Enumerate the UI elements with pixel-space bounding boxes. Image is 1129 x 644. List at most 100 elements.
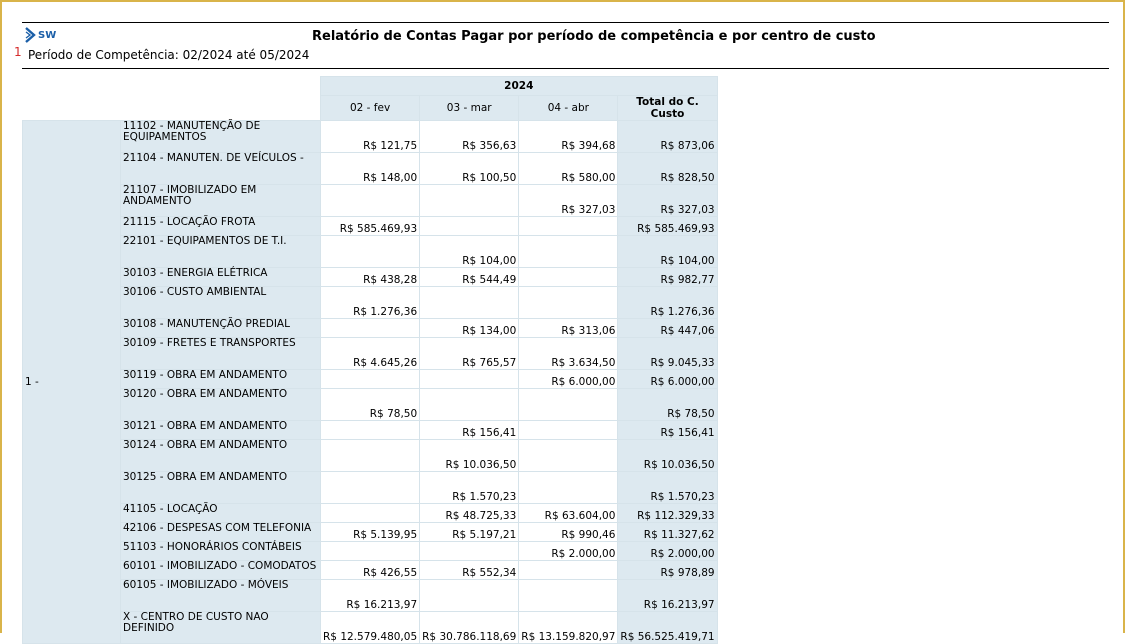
value-total: R$ 112.329,33 bbox=[617, 503, 718, 523]
value-mar bbox=[419, 388, 520, 421]
value-feb: R$ 426,55 bbox=[319, 560, 421, 580]
value-mar: R$ 104,00 bbox=[419, 235, 520, 268]
report-title: Relatório de Contas Pagar por período de… bbox=[312, 29, 876, 44]
cost-center-name: 30106 - CUSTO AMBIENTAL bbox=[120, 286, 321, 319]
table-row: 30125 - OBRA EM ANDAMENTO R$ 1.570,23 R$ 1… bbox=[23, 471, 718, 504]
value-mar: R$ 5.197,21 bbox=[419, 522, 520, 542]
value-apr: R$ 327,03 bbox=[518, 184, 619, 217]
value-feb: R$ 12.579.480,05 bbox=[319, 611, 421, 644]
value-apr bbox=[518, 439, 619, 472]
value-apr: R$ 6.000,00 bbox=[518, 369, 619, 389]
cost-center-name: 60105 - IMOBILIZADO - MÓVEIS bbox=[120, 579, 321, 612]
table-row: 21115 - LOCAÇÃO FROTA R$ 585.469,93 R$ 585… bbox=[23, 216, 718, 236]
value-mar: R$ 552,34 bbox=[419, 560, 520, 580]
cost-center-name: 41105 - LOCAÇÃO bbox=[120, 503, 321, 523]
value-feb bbox=[319, 235, 421, 268]
table-row: 21107 - IMOBILIZADO EM ANDAMENTO R$ 327,0… bbox=[23, 184, 718, 217]
table-row: 30108 - MANUTENÇÃO PREDIAL R$ 134,00 R$ 31… bbox=[23, 318, 718, 338]
cost-center-name: 51103 - HONORÁRIOS CONTÁBEIS bbox=[120, 541, 321, 561]
value-apr bbox=[518, 216, 619, 236]
group-label: 1 - bbox=[22, 120, 121, 644]
table-row: 42106 - DESPESAS COM TELEFONIA R$ 5.139,9… bbox=[23, 522, 718, 542]
value-apr bbox=[518, 267, 619, 287]
cost-center-name: 60101 - IMOBILIZADO - COMODATOS bbox=[120, 560, 321, 580]
value-feb bbox=[319, 184, 421, 217]
table-row: 22101 - EQUIPAMENTOS DE T.I. R$ 104,00 R$ … bbox=[23, 235, 718, 268]
cost-center-name: 30125 - OBRA EM ANDAMENTO bbox=[120, 471, 321, 504]
value-apr bbox=[518, 286, 619, 319]
column-header-total: Total do C. Custo bbox=[617, 95, 718, 121]
value-apr: R$ 394,68 bbox=[518, 120, 619, 153]
value-mar: R$ 48.725,33 bbox=[419, 503, 520, 523]
column-header-feb: 02 - fev bbox=[319, 95, 421, 121]
table-row: 30120 - OBRA EM ANDAMENTO R$ 78,50 R$ 78,5… bbox=[23, 388, 718, 421]
cost-center-name: 30124 - OBRA EM ANDAMENTO bbox=[120, 439, 321, 472]
value-mar bbox=[419, 184, 520, 217]
cost-center-name: 30109 - FRETES E TRANSPORTES bbox=[120, 337, 321, 370]
value-total: R$ 10.036,50 bbox=[617, 439, 718, 472]
value-feb: R$ 5.139,95 bbox=[319, 522, 421, 542]
value-mar: R$ 30.786.118,69 bbox=[419, 611, 520, 644]
value-mar bbox=[419, 216, 520, 236]
table-row: 41105 - LOCAÇÃO R$ 48.725,33 R$ 63.604,00 R… bbox=[23, 503, 718, 523]
value-feb bbox=[319, 420, 421, 440]
corner-blank bbox=[22, 76, 321, 96]
value-total: R$ 447,06 bbox=[617, 318, 718, 338]
value-mar bbox=[419, 286, 520, 319]
period-label: Período de Competência: 02/2024 até 05/2… bbox=[28, 48, 310, 62]
value-total: R$ 978,89 bbox=[617, 560, 718, 580]
value-apr bbox=[518, 235, 619, 268]
cost-center-name: X - CENTRO DE CUSTO NAO DEFINIDO bbox=[120, 611, 321, 644]
value-total: R$ 585.469,93 bbox=[617, 216, 718, 236]
value-total: R$ 156,41 bbox=[617, 420, 718, 440]
logo-icon bbox=[25, 27, 36, 43]
value-total: R$ 2.000,00 bbox=[617, 541, 718, 561]
value-mar: R$ 10.036,50 bbox=[419, 439, 520, 472]
cost-center-name: 42106 - DESPESAS COM TELEFONIA bbox=[120, 522, 321, 542]
value-mar bbox=[419, 579, 520, 612]
table-row: 51103 - HONORÁRIOS CONTÁBEIS R$ 2.000,00 R… bbox=[23, 541, 718, 561]
column-header-mar: 03 - mar bbox=[419, 95, 520, 121]
value-mar bbox=[419, 541, 520, 561]
value-feb bbox=[319, 471, 421, 504]
year-header: 2024 bbox=[320, 76, 718, 96]
value-total: R$ 11.327,62 bbox=[617, 522, 718, 542]
value-apr bbox=[518, 560, 619, 580]
cost-center-name: 11102 - MANUTENÇÃO DE EQUIPAMENTOS bbox=[120, 120, 321, 153]
value-mar: R$ 134,00 bbox=[419, 318, 520, 338]
value-total: R$ 56.525.419,71 bbox=[617, 611, 718, 644]
value-apr: R$ 313,06 bbox=[518, 318, 619, 338]
value-feb: R$ 1.276,36 bbox=[319, 286, 421, 319]
table-row: 30109 - FRETES E TRANSPORTES R$ 4.645,26 R… bbox=[23, 337, 718, 370]
cost-center-name: 30108 - MANUTENÇÃO PREDIAL bbox=[120, 318, 321, 338]
value-total: R$ 78,50 bbox=[617, 388, 718, 421]
value-apr bbox=[518, 420, 619, 440]
value-feb: R$ 16.213,97 bbox=[319, 579, 421, 612]
value-feb: R$ 121,75 bbox=[319, 120, 421, 153]
table-row: 30106 - CUSTO AMBIENTAL R$ 1.276,36 R$ 1.2… bbox=[23, 286, 718, 319]
value-mar: R$ 1.570,23 bbox=[419, 471, 520, 504]
cost-center-name: 21104 - MANUTEN. DE VEÍCULOS - bbox=[120, 152, 321, 185]
table-row: X - CENTRO DE CUSTO NAO DEFINIDO R$ 12.57… bbox=[23, 611, 718, 644]
value-feb: R$ 4.645,26 bbox=[319, 337, 421, 370]
value-total: R$ 9.045,33 bbox=[617, 337, 718, 370]
cost-center-name: 30120 - OBRA EM ANDAMENTO bbox=[120, 388, 321, 421]
value-mar: R$ 100,50 bbox=[419, 152, 520, 185]
value-total: R$ 327,03 bbox=[617, 184, 718, 217]
value-apr: R$ 580,00 bbox=[518, 152, 619, 185]
top-rule bbox=[22, 22, 1109, 23]
corner-blank-2 bbox=[22, 95, 321, 121]
value-total: R$ 1.570,23 bbox=[617, 471, 718, 504]
cost-center-name: 22101 - EQUIPAMENTOS DE T.I. bbox=[120, 235, 321, 268]
value-total: R$ 104,00 bbox=[617, 235, 718, 268]
value-feb: R$ 148,00 bbox=[319, 152, 421, 185]
value-apr bbox=[518, 471, 619, 504]
cost-center-name: 30121 - OBRA EM ANDAMENTO bbox=[120, 420, 321, 440]
logo-text: SW bbox=[38, 29, 57, 41]
cost-center-table: 2024 02 - fev 03 - mar 04 - abr Total do… bbox=[22, 76, 718, 644]
value-feb bbox=[319, 439, 421, 472]
value-total: R$ 828,50 bbox=[617, 152, 718, 185]
cost-center-name: 21115 - LOCAÇÃO FROTA bbox=[120, 216, 321, 236]
value-feb: R$ 78,50 bbox=[319, 388, 421, 421]
value-mar: R$ 356,63 bbox=[419, 120, 520, 153]
